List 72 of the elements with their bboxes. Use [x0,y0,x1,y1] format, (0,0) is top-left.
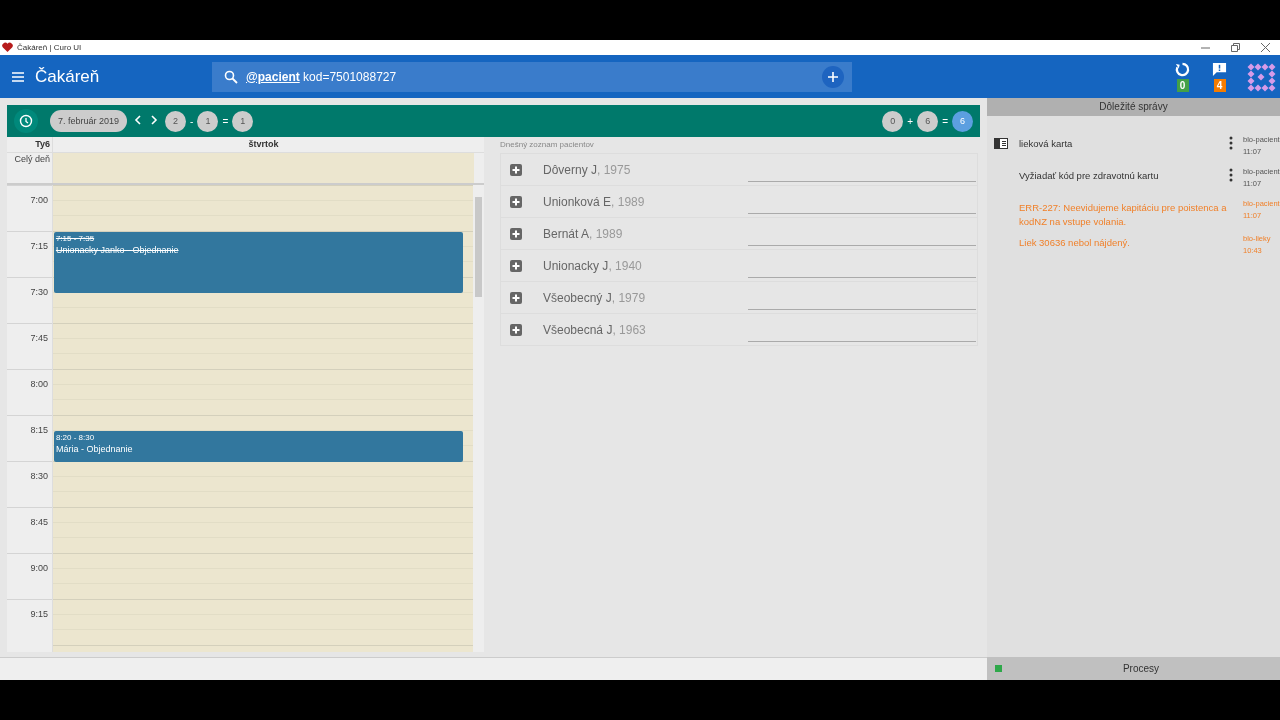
operator: = [222,115,229,127]
day-header: štvrtok [52,137,474,152]
page-title: Čakáreň [35,66,101,87]
patient-name[interactable]: Unionacky J, 1940 [543,258,748,273]
message-text: lieková karta [1019,137,1074,151]
operator: - [190,115,194,127]
operator: = [942,115,948,127]
patient-name[interactable]: Unionková E, 1989 [543,194,748,209]
time-label: 8:15 [30,425,48,435]
time-label: 9:15 [30,609,48,619]
more-icon[interactable] [1229,136,1233,150]
time-label: 9:00 [30,563,48,573]
add-patient-icon[interactable] [510,195,522,208]
count-chip: 2 [165,110,187,132]
restore-icon [1230,43,1240,52]
time-label: 8:00 [30,379,48,389]
appointment[interactable]: 8:20 - 8:30 Mária - Objednanie [53,431,463,462]
appointment-title: Unionacky Janko - Objednanie [55,245,180,255]
heart-icon [2,42,13,53]
appointment-time: 8:20 - 8:30 [55,433,96,443]
time-label: 7:15 [30,241,48,251]
patient-name[interactable]: Všeobecná J, 1963 [543,322,748,337]
close-icon [1260,43,1270,52]
search-icon [224,69,238,84]
add-patient-icon[interactable] [510,259,522,272]
clock-button[interactable] [14,109,38,133]
count-badge: 0 [1176,78,1189,92]
add-patient-icon[interactable] [510,163,522,176]
week-label: Ty6 [34,138,51,151]
date-chip[interactable]: 7. február 2019 [50,110,128,132]
add-patient-icon[interactable] [510,291,522,304]
processes-label[interactable]: Procesy [1122,663,1160,674]
count-chip: 1 [232,110,254,132]
more-icon[interactable] [1229,168,1233,182]
card-icon [994,138,1008,149]
appointment[interactable]: 7:15 - 7:35 Unionacky Janko - Objednanie [53,232,463,294]
time-label: 7:00 [30,195,48,205]
time-label: 8:45 [30,517,48,527]
appointment-time: 7:15 - 7:35 [55,234,96,243]
day-column[interactable]: 7:15 - 7:35 Unionacky Janko - Objednanie 8:20 - 8:30 Mária - Objednanie [51,185,473,652]
add-patient-icon[interactable] [510,227,522,240]
count-chip: 1 [197,110,219,132]
patient-name[interactable]: Bernát A, 1989 [543,226,748,241]
status-indicator [995,665,1002,672]
message-text: ERR-227: Neevidujeme kapitáciu pre poistenca a kodNZ na vstupe volania. [1019,201,1228,229]
add-button[interactable] [822,65,844,88]
operator: + [907,115,914,127]
time-label: 8:30 [30,471,48,481]
add-patient-icon[interactable] [510,323,522,336]
message-text: Vyžiadať kód pre zdravotnú kartu [1019,169,1160,183]
menu-icon[interactable] [11,69,25,84]
count-chip: 6 [952,110,973,132]
search-query: @pacient kod=7501088727 [246,69,398,84]
count-chip: 6 [917,110,939,132]
appointment-title: Mária - Objednanie [55,444,134,455]
window-title: Čakáreň | Curo UI [17,43,82,52]
time-label: 7:30 [30,287,48,297]
list-title: Dnešný zoznam pacientov [500,139,595,151]
clock-icon [19,114,33,128]
count-chip: 0 [882,110,904,132]
panel-title: Dôležité správy [987,98,1280,116]
sync-icon[interactable] [1175,61,1190,77]
count-badge: 4 [1213,78,1226,92]
patient-name[interactable]: Všeobecný J, 1979 [543,290,748,305]
time-label: 7:45 [30,333,48,343]
search-bar[interactable]: @pacient kod=7501088727 [212,61,852,92]
message-text: Liek 30636 nebol nájdený. [1019,236,1131,250]
patient-name[interactable]: Dôverny J, 1975 [543,162,748,177]
logo-icon [1246,61,1276,92]
message-icon[interactable] [1212,61,1227,77]
all-day-label: Celý deň [13,153,51,166]
plus-icon [828,71,838,82]
